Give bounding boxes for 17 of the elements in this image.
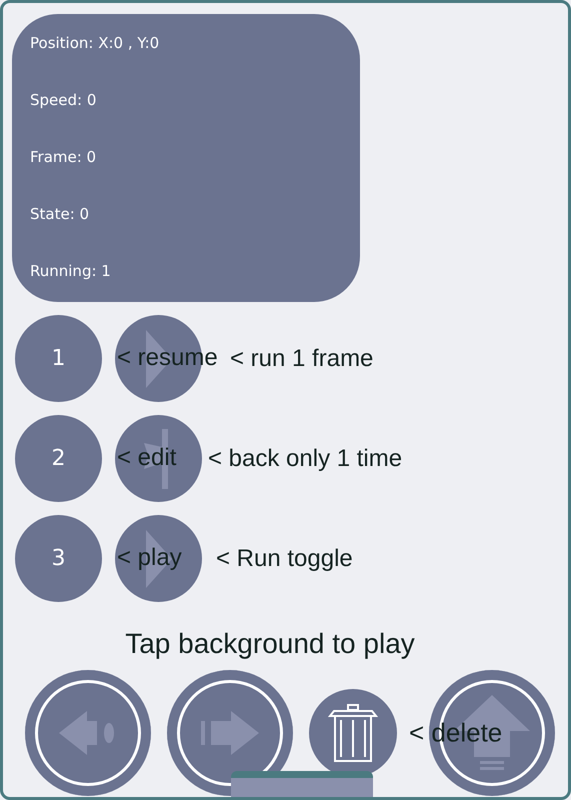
- button-label: < play: [117, 544, 182, 572]
- stat-text: Speed: 0: [30, 91, 98, 110]
- button-label: < edit: [117, 444, 176, 472]
- number-button[interactable]: 2: [15, 415, 102, 502]
- forward-icon: [201, 711, 259, 755]
- stat-text: Position: X:0 , Y:0: [30, 34, 160, 53]
- stat-text: Frame: 0: [30, 148, 98, 167]
- hint-label: < Run toggle: [216, 544, 353, 572]
- instruction-text: Tap background to play: [124, 628, 416, 660]
- number-button[interactable]: 1: [15, 315, 102, 402]
- number-button[interactable]: 3: [15, 515, 102, 602]
- rewind-icon: [59, 711, 117, 755]
- trash-icon: [328, 704, 378, 762]
- stat-text: Running: 1: [30, 262, 112, 281]
- hint-label: < back only 1 time: [208, 444, 402, 472]
- hint-label: < run 1 frame: [230, 344, 374, 372]
- stat-text: State: 0: [30, 205, 90, 224]
